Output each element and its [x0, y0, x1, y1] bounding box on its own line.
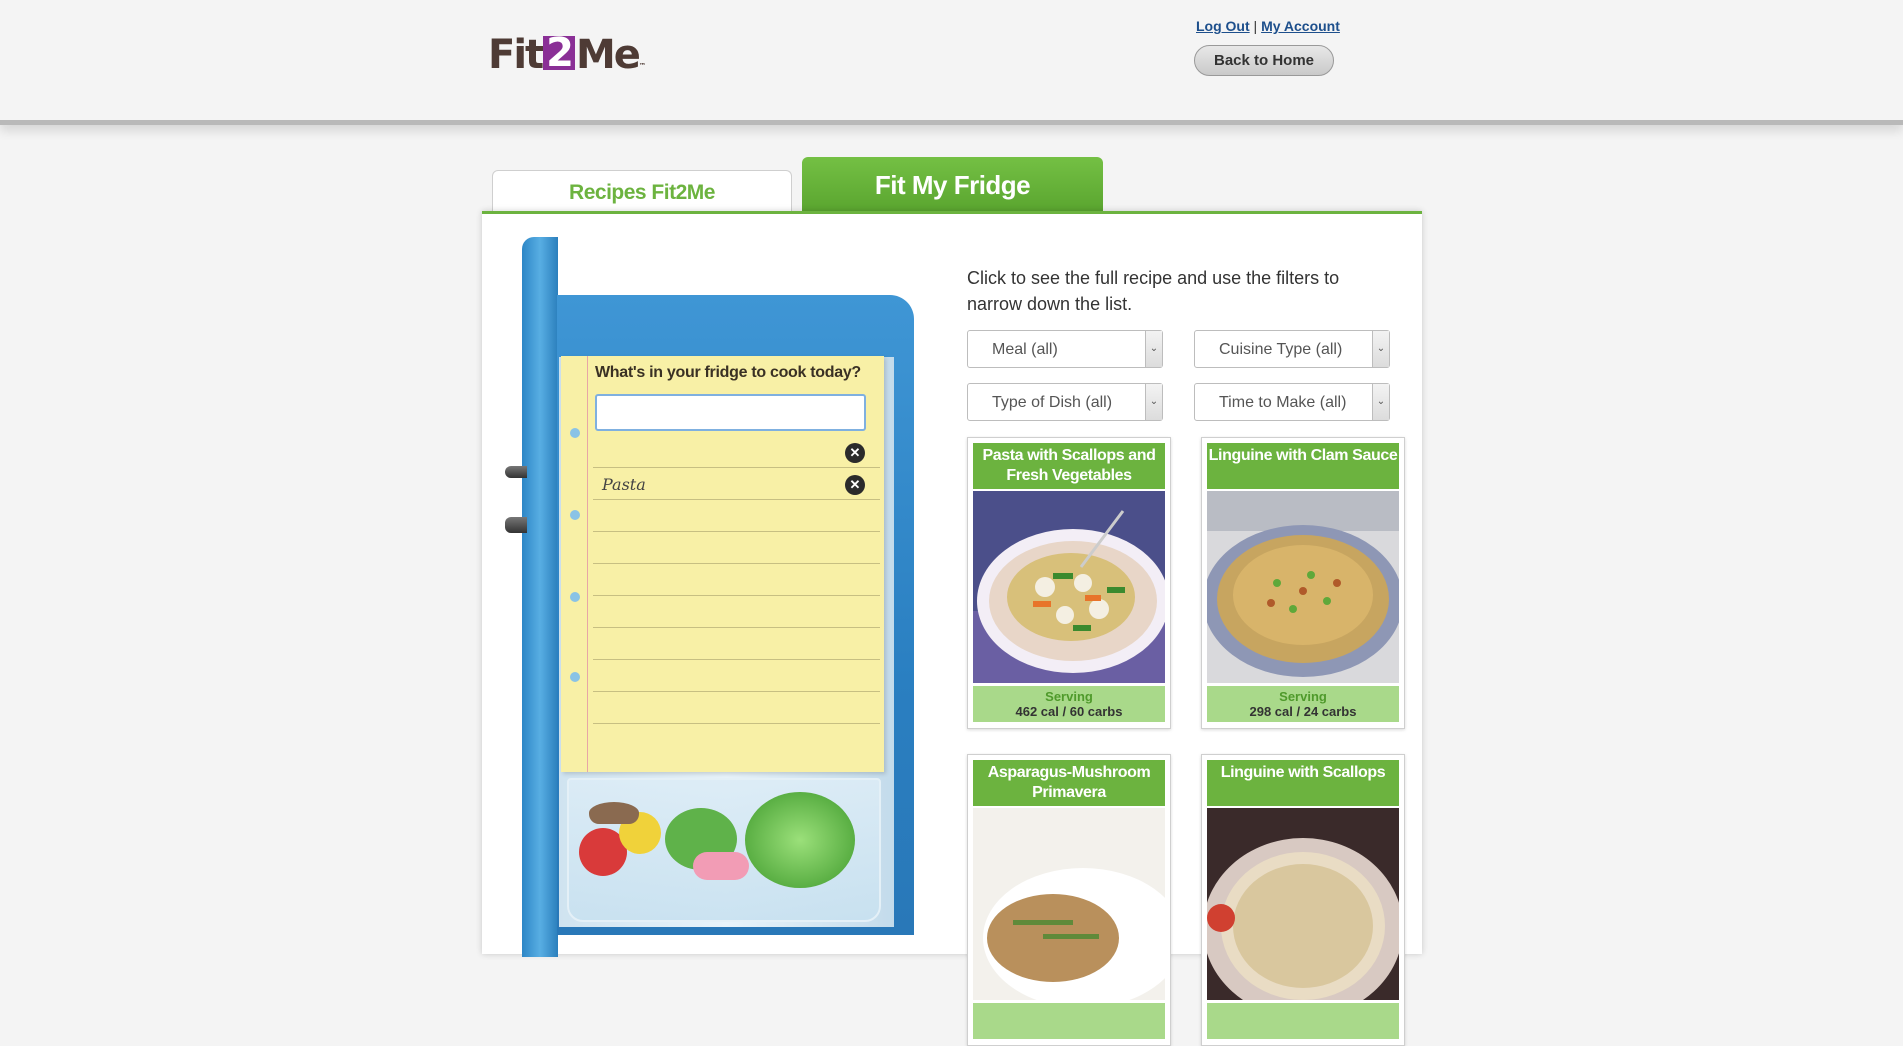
- pasta-scallops-image: [973, 491, 1165, 683]
- notepad-hole-icon: [570, 510, 580, 520]
- notepad-hole-icon: [570, 428, 580, 438]
- recipe-image: [1207, 491, 1399, 683]
- intro-text: Click to see the full recipe and use the…: [967, 268, 1340, 314]
- cuisine-filter-value: Cuisine Type (all): [1219, 341, 1343, 358]
- fridge-door-illustration: [522, 237, 558, 957]
- dish-filter-value: Type of Dish (all): [992, 394, 1113, 411]
- fridge-handle-icon: [505, 466, 527, 478]
- remove-ingredient-icon[interactable]: ✕: [845, 443, 865, 463]
- notepad-rule: [593, 723, 880, 724]
- chevron-down-icon: ⌄: [1145, 331, 1162, 367]
- meal-filter-value: Meal (all): [992, 341, 1058, 358]
- account-links: Log Out | My Account: [1196, 18, 1340, 34]
- meal-filter[interactable]: Meal (all) ⌄: [967, 330, 1163, 368]
- back-to-home-button[interactable]: Back to Home: [1194, 45, 1334, 76]
- notepad-rule: [593, 467, 880, 468]
- recipe-card[interactable]: Pasta with Scallops and Fresh Vegetables…: [967, 437, 1171, 729]
- logo-text-end: Me: [576, 32, 641, 78]
- lettuce-icon: [745, 792, 855, 888]
- crisper-drawer-illustration: [567, 778, 881, 922]
- recipe-card[interactable]: Asparagus-Mushroom Primavera: [967, 754, 1171, 1046]
- recipe-card[interactable]: Linguine with Scallops: [1201, 754, 1405, 1046]
- logo-trademark: ™: [638, 62, 646, 70]
- time-filter-value: Time to Make (all): [1219, 394, 1347, 411]
- asparagus-primavera-image: [973, 808, 1165, 1000]
- link-separator: |: [1253, 18, 1258, 34]
- ingredient-list-item: ✕: [595, 437, 865, 467]
- linguine-clam-image: [1207, 491, 1399, 683]
- nutrition-value: 462 cal / 60 carbs: [1015, 704, 1123, 719]
- chevron-down-icon: ⌄: [1145, 384, 1162, 420]
- nutrition-value: 298 cal / 24 carbs: [1249, 704, 1357, 719]
- serving-label: Serving: [1045, 689, 1093, 704]
- tab-fit-my-fridge[interactable]: Fit My Fridge: [802, 157, 1103, 212]
- recipe-image: [973, 808, 1165, 1000]
- notepad-rule: [593, 691, 880, 692]
- notepad-rule: [593, 499, 880, 500]
- ingredient-label: Pasta: [602, 475, 646, 494]
- recipe-title: Pasta with Scallops and Fresh Vegetables: [973, 443, 1165, 489]
- fit2me-logo[interactable]: Fit 2 Me™: [488, 32, 646, 89]
- recipe-title: Asparagus-Mushroom Primavera: [973, 760, 1165, 806]
- raspberry-icon: [693, 852, 749, 880]
- fridge-handle-icon: [505, 517, 527, 533]
- notepad-title: What's in your fridge to cook today?: [595, 364, 861, 381]
- mushroom-icon: [589, 802, 639, 824]
- site-header: Fit 2 Me™ Log Out | My Account Back to Hom…: [0, 0, 1903, 125]
- notepad-rule: [593, 659, 880, 660]
- recipe-nutrition: [973, 1003, 1165, 1039]
- recipe-nutrition: [1207, 1003, 1399, 1039]
- recipe-title: Linguine with Clam Sauce: [1207, 443, 1399, 489]
- notepad-rule: [593, 531, 880, 532]
- recipe-nutrition: Serving 462 cal / 60 carbs: [973, 686, 1165, 722]
- type-of-dish-filter[interactable]: Type of Dish (all) ⌄: [967, 383, 1163, 421]
- chevron-down-icon: ⌄: [1372, 384, 1389, 420]
- ingredient-list-item: Pasta ✕: [595, 469, 865, 499]
- fridge-notepad: What's in your fridge to cook today? ✕ P…: [561, 356, 884, 772]
- serving-label: Serving: [1279, 689, 1327, 704]
- notepad-margin: [587, 356, 588, 772]
- recipe-image: [1207, 808, 1399, 1000]
- notepad-rule: [593, 563, 880, 564]
- recipe-title: Linguine with Scallops: [1207, 760, 1399, 806]
- recipe-nutrition: Serving 298 cal / 24 carbs: [1207, 686, 1399, 722]
- linguine-scallops-image: [1207, 808, 1399, 1000]
- my-account-link[interactable]: My Account: [1261, 18, 1340, 34]
- notepad-rule: [593, 595, 880, 596]
- chevron-down-icon: ⌄: [1372, 331, 1389, 367]
- remove-ingredient-icon[interactable]: ✕: [845, 475, 865, 495]
- cuisine-type-filter[interactable]: Cuisine Type (all) ⌄: [1194, 330, 1390, 368]
- recipe-card[interactable]: Linguine with Clam Sauce Serving 298 cal…: [1201, 437, 1405, 729]
- logout-link[interactable]: Log Out: [1196, 18, 1250, 34]
- logo-number: 2: [543, 33, 575, 73]
- tab-recipes-fit2me[interactable]: Recipes Fit2Me: [492, 170, 792, 212]
- ingredient-input[interactable]: [595, 394, 866, 431]
- notepad-hole-icon: [570, 672, 580, 682]
- recipe-image: [973, 491, 1165, 683]
- logo-text: Fit: [488, 32, 544, 78]
- time-to-make-filter[interactable]: Time to Make (all) ⌄: [1194, 383, 1390, 421]
- notepad-rule: [593, 627, 880, 628]
- notepad-hole-icon: [570, 592, 580, 602]
